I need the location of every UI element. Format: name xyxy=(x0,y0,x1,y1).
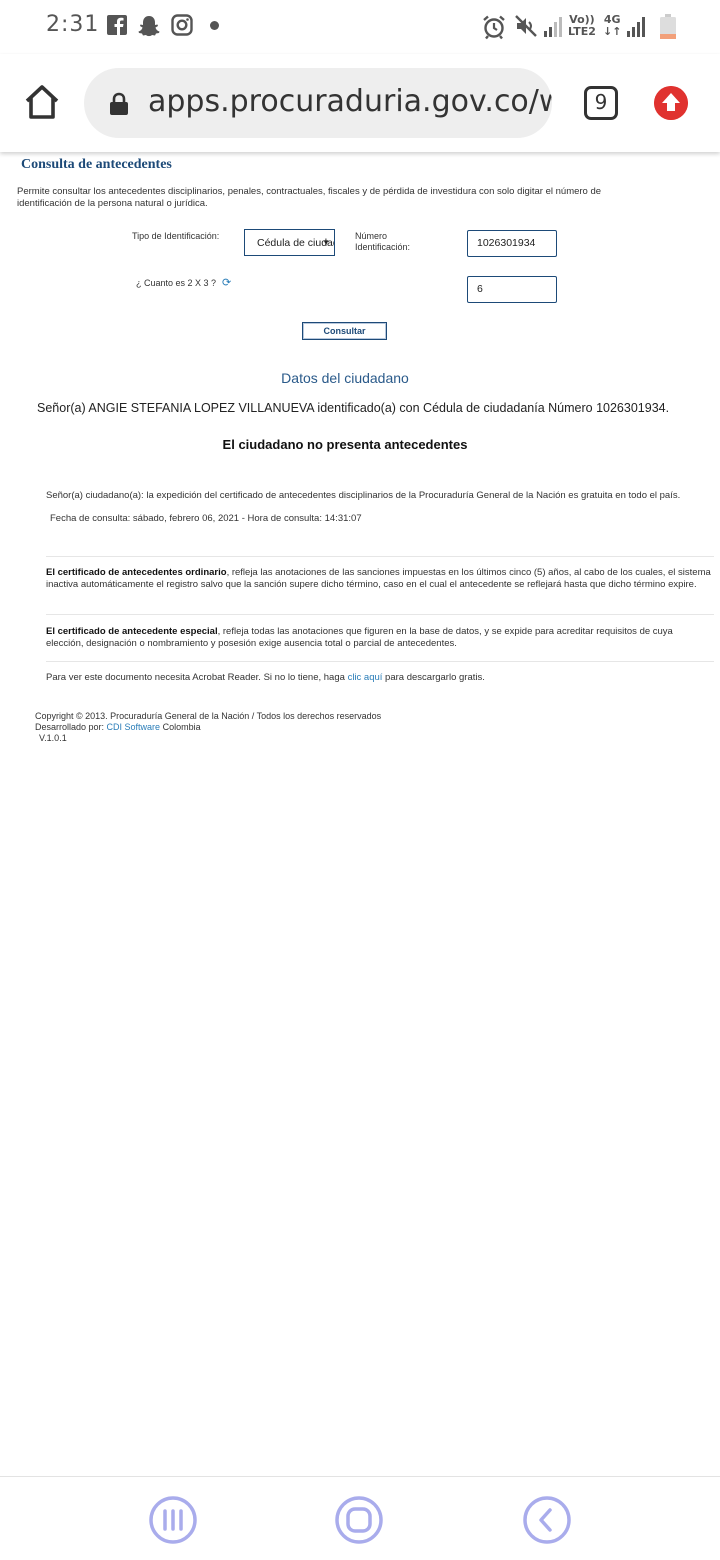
citizen-info: Señor(a) ANGIE STEFANIA LOPEZ VILLANUEVA… xyxy=(37,401,670,415)
version-text: V.1.0.1 xyxy=(39,733,67,743)
status-time: 2:31 xyxy=(46,12,100,37)
battery-icon xyxy=(660,14,676,39)
update-icon[interactable] xyxy=(654,86,688,120)
snapchat-icon xyxy=(138,16,160,37)
alarm-icon xyxy=(483,15,505,40)
home-icon[interactable] xyxy=(334,1495,384,1545)
consultar-button[interactable]: Consultar xyxy=(302,322,387,340)
recent-apps-icon[interactable] xyxy=(148,1495,198,1545)
developer-credit: Desarrollado por: CDI Software Colombia xyxy=(35,722,201,732)
certificado-especial-text: El certificado de antecedente especial, … xyxy=(46,626,673,649)
divider xyxy=(46,661,714,662)
numero-identificacion-label: Número Identificación: xyxy=(355,231,411,252)
tipo-identificacion-label: Tipo de Identificación: xyxy=(132,231,220,241)
divider xyxy=(46,614,714,615)
captcha-label: ¿ Cuanto es 2 X 3 ? xyxy=(136,278,217,288)
refresh-captcha-icon[interactable]: ⟳ xyxy=(222,276,231,289)
url-bar[interactable]: apps.procuraduria.gov.co/webcert/ xyxy=(84,68,552,138)
acrobat-download-link[interactable]: clic aquí xyxy=(348,672,383,683)
gratuity-notice: Señor(a) ciudadano(a): la expedición del… xyxy=(46,490,681,501)
notification-dot-icon xyxy=(210,21,219,30)
acrobat-notice: Para ver este documento necesita Acrobat… xyxy=(46,672,485,683)
system-nav-bar xyxy=(0,1476,720,1560)
mute-icon xyxy=(515,15,537,37)
facebook-icon xyxy=(107,15,127,35)
intro-text: Permite consultar los antecedentes disci… xyxy=(17,186,602,209)
numero-identificacion-input[interactable]: 1026301934 xyxy=(467,230,557,257)
status-bar: 2:31 Vo)) LTE2 4G ↓↑ xyxy=(0,0,720,54)
footer: Copyright © 2013. Procuraduría General d… xyxy=(35,711,381,744)
lock-icon xyxy=(110,92,128,115)
network-4g: 4G ↓↑ xyxy=(603,13,622,38)
copyright-text: Copyright © 2013. Procuraduría General d… xyxy=(35,711,382,721)
dropdown-arrow-icon: ▼ xyxy=(322,238,330,247)
network-volte: Vo)) LTE2 xyxy=(568,13,596,38)
page-title: Consulta de antecedentes xyxy=(21,157,172,172)
back-icon[interactable] xyxy=(522,1495,572,1545)
cdi-software-link[interactable]: CDI Software xyxy=(107,722,161,732)
certificado-ordinario-text: El certificado de antecedentes ordinario… xyxy=(46,567,711,590)
home-icon[interactable] xyxy=(22,82,62,122)
divider xyxy=(46,556,714,557)
instagram-icon xyxy=(171,14,193,36)
captcha-input[interactable]: 6 xyxy=(467,276,557,303)
url-text[interactable]: apps.procuraduria.gov.co/webcert/ xyxy=(148,84,552,119)
tabs-button[interactable]: 9 xyxy=(584,86,618,120)
browser-toolbar: apps.procuraduria.gov.co/webcert/ 9 xyxy=(0,54,720,152)
tipo-identificacion-select[interactable]: Cédula de ciudadanía ▼ xyxy=(244,229,335,256)
result-status: El ciudadano no presenta antecedentes xyxy=(222,437,468,452)
consulta-date: Fecha de consulta: sábado, febrero 06, 2… xyxy=(50,513,362,524)
datos-ciudadano-title: Datos del ciudadano xyxy=(281,370,409,386)
signal-icon xyxy=(627,17,645,37)
signal-icon xyxy=(544,17,562,37)
